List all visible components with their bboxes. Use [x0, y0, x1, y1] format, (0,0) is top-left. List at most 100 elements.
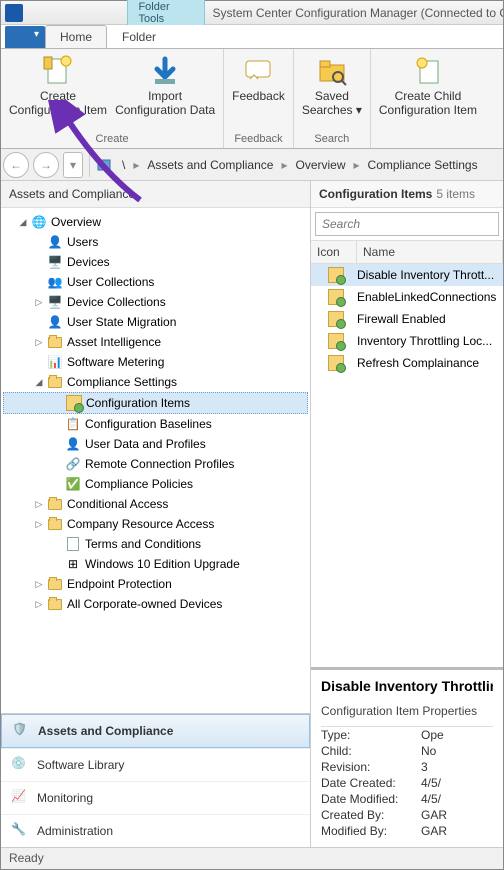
tree-label: Configuration Baselines: [85, 417, 212, 431]
property-row: Modified By:GAR: [321, 823, 493, 839]
details-title: Disable Inventory Throttling L: [321, 678, 493, 700]
search-input[interactable]: [315, 212, 499, 236]
tab-home[interactable]: Home: [45, 25, 107, 48]
breadcrumb-root-icon: [96, 157, 112, 173]
breadcrumb-compliance-settings[interactable]: Compliance Settings: [362, 158, 484, 172]
create-child-icon: [412, 55, 444, 87]
results-title: Configuration Items: [319, 187, 432, 201]
workspace-label: Software Library: [37, 758, 124, 772]
details-subtitle: Configuration Item Properties: [321, 700, 493, 727]
tree-label: Configuration Items: [86, 396, 190, 410]
application-menu-button[interactable]: [5, 26, 45, 48]
tree-device-collections[interactable]: ▷🖥️Device Collections: [3, 292, 308, 312]
tree-label: Users: [67, 235, 98, 249]
tree-label: Compliance Policies: [85, 477, 193, 491]
workspace-assets-compliance[interactable]: 🛡️ Assets and Compliance: [1, 714, 310, 748]
workspace-monitoring[interactable]: 📈Monitoring: [1, 781, 310, 814]
list-item[interactable]: Firewall Enabled: [311, 308, 503, 330]
tree-user-collections[interactable]: 👥User Collections: [3, 272, 308, 292]
tree-corporate-devices[interactable]: ▷All Corporate-owned Devices: [3, 594, 308, 614]
tree-company-resource-access[interactable]: ▷Company Resource Access: [3, 514, 308, 534]
tree-conditional-access[interactable]: ▷Conditional Access: [3, 494, 308, 514]
workspace-administration[interactable]: 🔧Administration: [1, 814, 310, 847]
system-menu-icon[interactable]: [5, 4, 23, 22]
tree-compliance-policies[interactable]: ✅ Compliance Policies: [3, 474, 308, 494]
navigation-tree[interactable]: ◢🌐Overview 👤 Users 🖥️Devices 👥User Collec…: [1, 208, 310, 713]
tree-terms-conditions[interactable]: Terms and Conditions: [3, 534, 308, 554]
tree-configuration-items[interactable]: Configuration Items: [3, 392, 308, 414]
breadcrumb-assets[interactable]: Assets and Compliance: [141, 158, 279, 172]
remote-icon: 🔗: [65, 456, 81, 472]
tree-software-metering[interactable]: 📊Software Metering: [3, 352, 308, 372]
column-header-icon[interactable]: Icon: [311, 241, 357, 263]
ribbon-group-search: Saved Searches ▾ Search: [294, 49, 371, 148]
feedback-icon: [242, 55, 274, 87]
tree-label: Endpoint Protection: [67, 577, 172, 591]
breadcrumb-root[interactable]: \: [116, 158, 131, 172]
nav-back-button[interactable]: ←: [3, 152, 29, 178]
nav-dropdown-button[interactable]: ▾: [63, 152, 83, 178]
import-configuration-data-button[interactable]: Import Configuration Data: [111, 51, 219, 132]
chevron-right-icon: ▸: [131, 158, 141, 172]
tree-label-overview: Overview: [51, 215, 101, 229]
config-item-icon: [328, 355, 344, 371]
workspace-bar: 🛡️ Assets and Compliance 💿 Software Librar…: [1, 713, 310, 847]
folder-icon: [48, 337, 62, 348]
folder-icon: [48, 599, 62, 610]
feedback-button[interactable]: Feedback: [228, 51, 289, 132]
tab-folder[interactable]: Folder: [107, 25, 171, 48]
tree-win10-edition-upgrade[interactable]: ⊞ Windows 10 Edition Upgrade: [3, 554, 308, 574]
list-item[interactable]: EnableLinkedConnections: [311, 286, 503, 308]
tree-label: Remote Connection Profiles: [85, 457, 234, 471]
tree-remote-connection-profiles[interactable]: 🔗 Remote Connection Profiles: [3, 454, 308, 474]
window-title: System Center Configuration Manager (Con…: [213, 6, 503, 20]
tree-endpoint-protection[interactable]: ▷Endpoint Protection: [3, 574, 308, 594]
create-child-ci-button[interactable]: Create Child Configuration Item: [375, 51, 481, 132]
tree-compliance-settings[interactable]: ◢Compliance Settings: [3, 372, 308, 392]
tree-label: Windows 10 Edition Upgrade: [85, 557, 240, 571]
tree-label: Compliance Settings: [67, 375, 177, 389]
tree-user-data-profiles[interactable]: 👤 User Data and Profiles: [3, 434, 308, 454]
tree-asset-intelligence[interactable]: ▷Asset Intelligence: [3, 332, 308, 352]
profile-icon: 👤: [65, 436, 81, 452]
list-body[interactable]: Disable Inventory Thrott... EnableLinked…: [311, 264, 503, 374]
saved-searches-button[interactable]: Saved Searches ▾: [298, 51, 366, 132]
windows-icon: ⊞: [65, 556, 81, 572]
main-split: Assets and Compliance ◢🌐Overview 👤 Users …: [1, 181, 503, 847]
config-item-icon: [328, 311, 344, 327]
list-header: Icon Name: [311, 240, 503, 264]
nav-forward-button[interactable]: →: [33, 152, 59, 178]
device-icon: 🖥️: [47, 254, 63, 270]
create-child-label: Create Child Configuration Item: [379, 90, 477, 118]
devices-icon: 🖥️: [47, 294, 63, 310]
tree-configuration-baselines[interactable]: 📋Configuration Baselines: [3, 414, 308, 434]
tree-user-state-migration[interactable]: 👤User State Migration: [3, 312, 308, 332]
column-header-name[interactable]: Name: [357, 241, 503, 263]
workspace-software-library[interactable]: 💿 Software Library: [1, 748, 310, 781]
monitoring-icon: 📈: [11, 789, 29, 807]
navigation-panel-header: Assets and Compliance: [1, 181, 310, 208]
create-ci-label: Create Configuration Item: [9, 90, 107, 118]
policy-icon: ✅: [65, 476, 81, 492]
tree-devices[interactable]: 🖥️Devices: [3, 252, 308, 272]
tree-label: User Data and Profiles: [85, 437, 206, 451]
list-item[interactable]: Refresh Complainance: [311, 352, 503, 374]
property-row: Created By:GAR: [321, 807, 493, 823]
details-pane: Disable Inventory Throttling L Configura…: [311, 667, 503, 847]
list-item[interactable]: Inventory Throttling Loc...: [311, 330, 503, 352]
assets-icon: 🛡️: [12, 722, 30, 740]
user-icon: 👤: [47, 234, 63, 250]
list-item[interactable]: Disable Inventory Thrott...: [311, 264, 503, 286]
breadcrumb-overview[interactable]: Overview: [289, 158, 351, 172]
feedback-label: Feedback: [232, 90, 285, 104]
workspace-label: Assets and Compliance: [38, 724, 173, 738]
tree-label: Company Resource Access: [67, 517, 214, 531]
tree-overview[interactable]: ◢🌐Overview: [3, 212, 308, 232]
ribbon-group-create: Create Configuration Item Import Configu…: [1, 49, 224, 148]
software-icon: 💿: [11, 756, 29, 774]
tree-users[interactable]: 👤 Users: [3, 232, 308, 252]
property-row: Date Created:4/5/: [321, 775, 493, 791]
tree-label: Software Metering: [67, 355, 164, 369]
saved-searches-label: Saved Searches ▾: [302, 90, 362, 118]
create-configuration-item-button[interactable]: Create Configuration Item: [5, 51, 111, 132]
